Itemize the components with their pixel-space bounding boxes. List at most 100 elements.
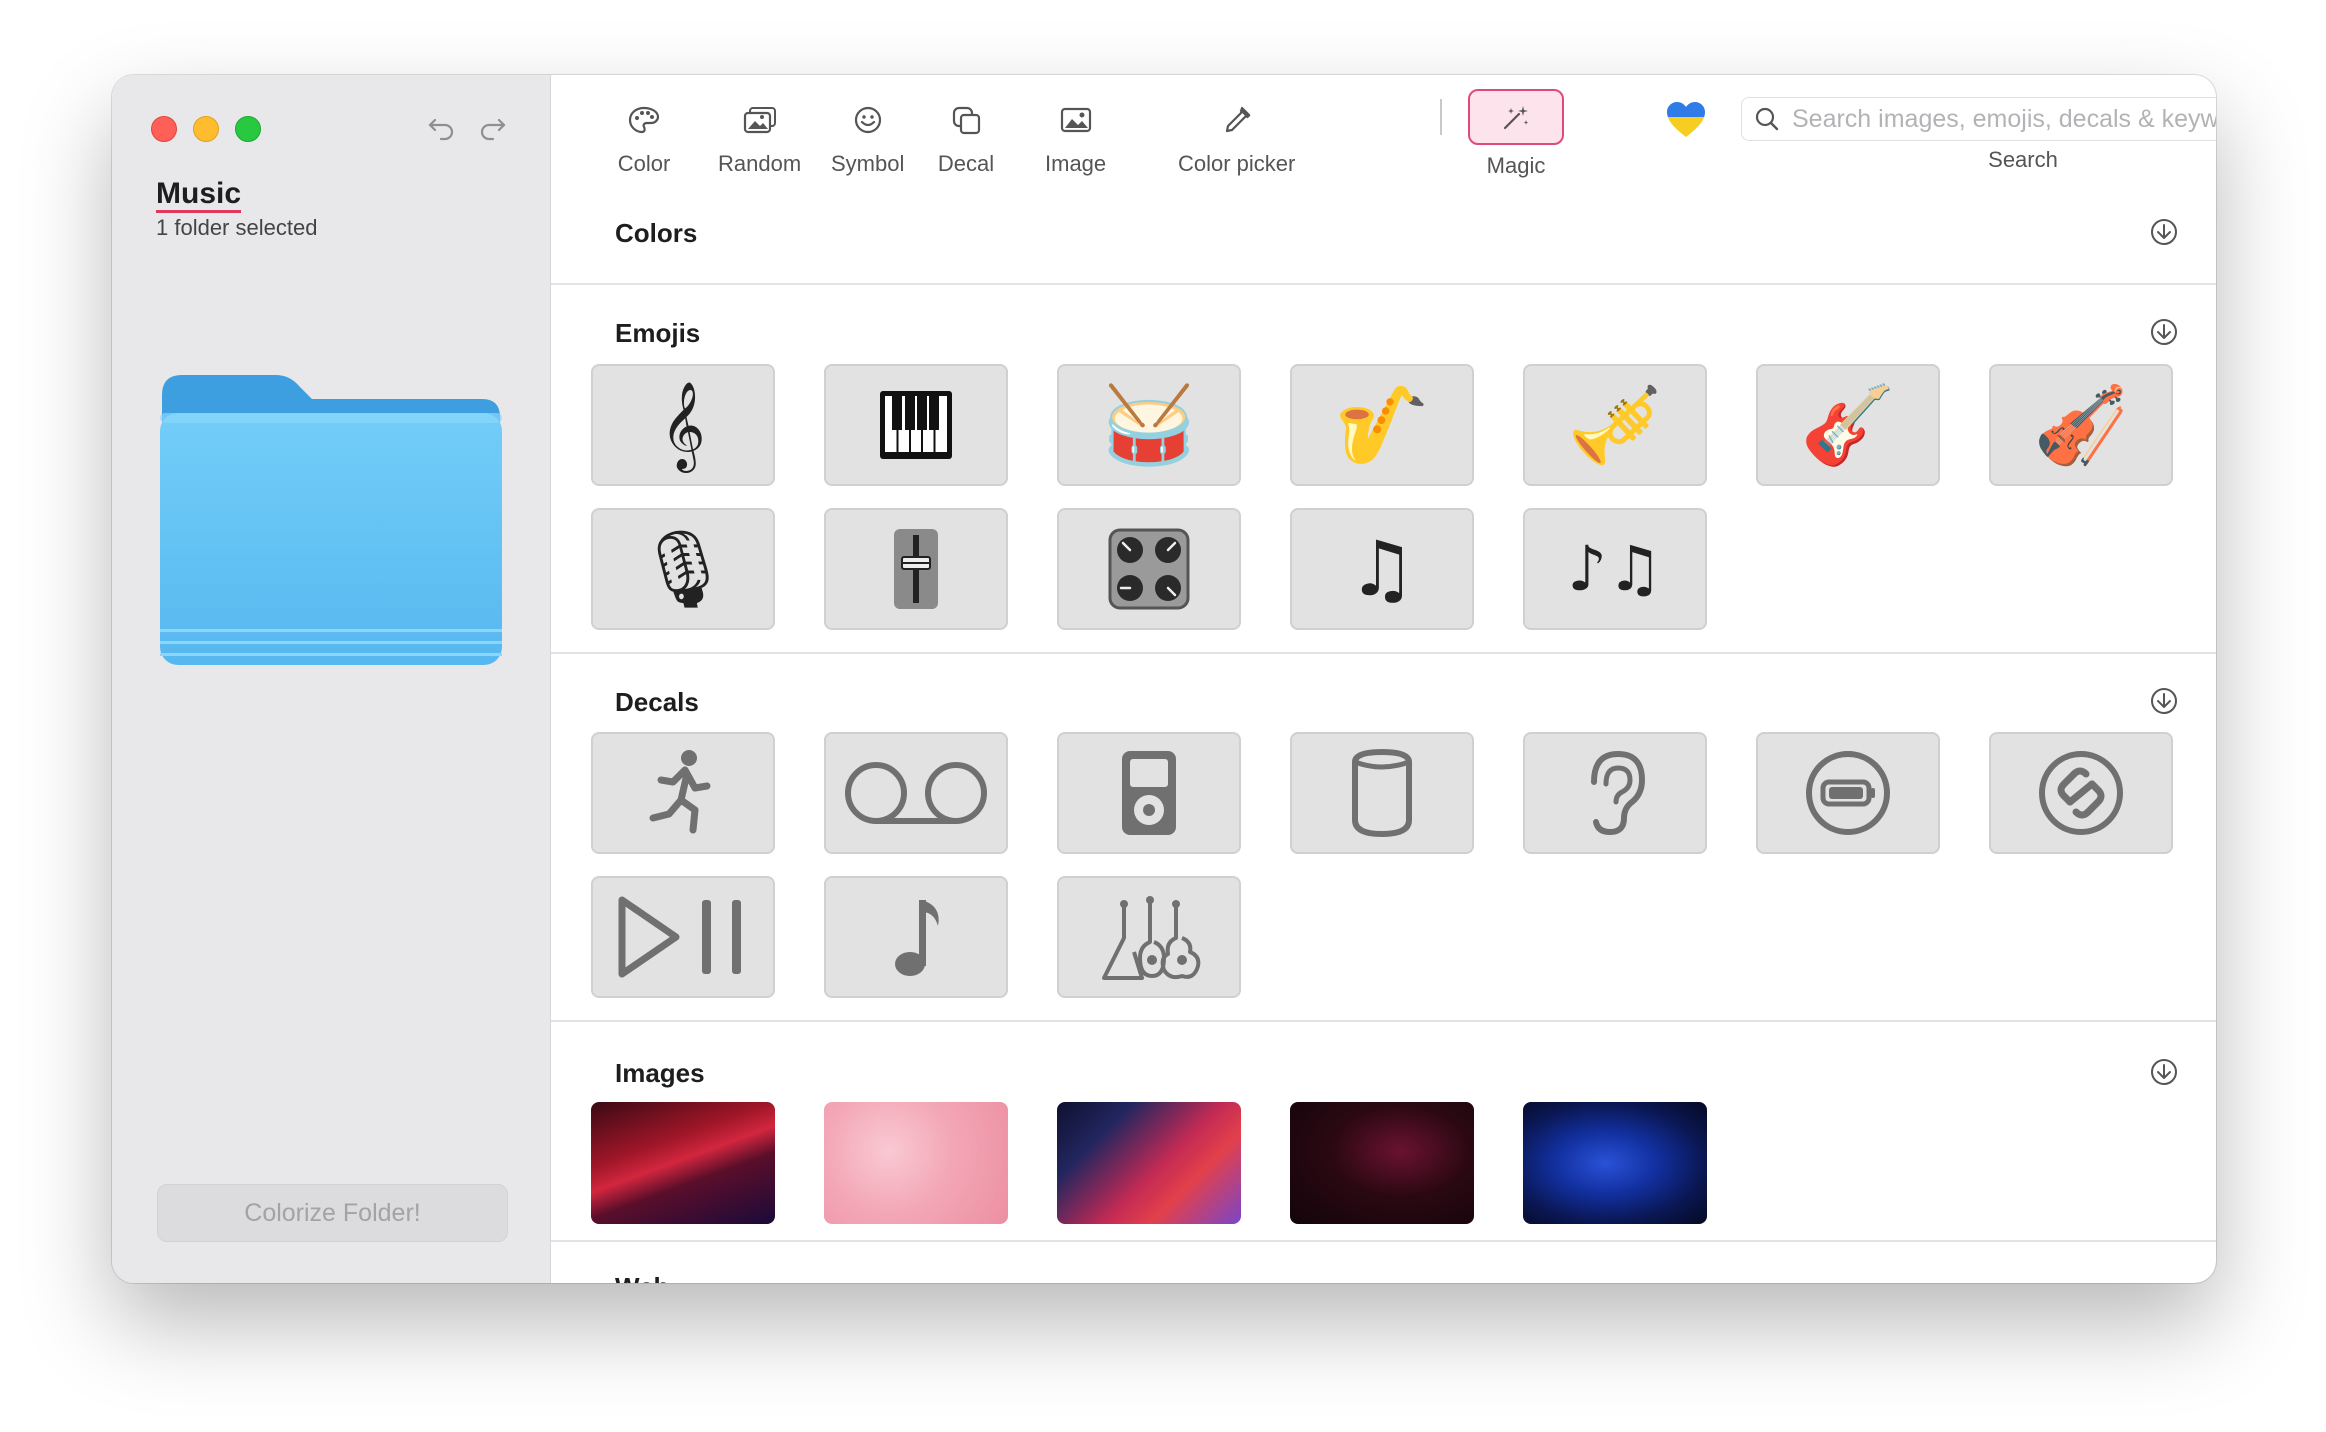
decal-tile-shazam[interactable] (1989, 732, 2173, 854)
image-tile-red-nebula[interactable] (591, 1102, 775, 1224)
sidebar: Music 1 folder selected Colorize Folder! (112, 75, 551, 1283)
section-title-decals: Decals (615, 687, 699, 717)
emoji-tile-saxophone[interactable]: 🎷 (1290, 364, 1474, 486)
image-tile-pink-clouds[interactable] (824, 1102, 1008, 1224)
random-images-icon (731, 97, 789, 143)
toolbar-color[interactable]: Color (615, 97, 673, 177)
redo-icon[interactable] (477, 111, 507, 141)
emoji-glyph: 🎙 (634, 524, 732, 613)
toolbar-label: Magic (1486, 153, 1546, 178)
selection-status: 1 folder selected (156, 215, 318, 240)
image-tile-dark-marble[interactable] (1290, 1102, 1474, 1224)
colorize-folder-button[interactable]: Colorize Folder! (157, 1184, 508, 1242)
toolbar-magic[interactable]: Magic (1468, 89, 1564, 179)
emoji-tile-musical-notes[interactable]: ♪♫ (1523, 508, 1707, 630)
section-title-colors: Colors (615, 218, 698, 248)
guitars-icon (1102, 896, 1201, 980)
figure-run-icon (649, 750, 711, 834)
emoji-tile-level-slider[interactable] (824, 508, 1008, 630)
decal-tile-ear[interactable] (1523, 732, 1707, 854)
toolbar-decal[interactable]: Decal (937, 97, 995, 177)
emoji-tile-treble-clef[interactable]: 𝄞 (591, 364, 775, 486)
emoji-tile-microphone[interactable]: 🎙 (591, 508, 775, 630)
smiley-icon (839, 97, 897, 143)
emoji-tile-trumpet[interactable]: 🎺 (1523, 364, 1707, 486)
emoji-tile-musical-note[interactable]: ♫ (1290, 508, 1474, 630)
download-icon[interactable] (2150, 218, 2178, 246)
palette-icon (615, 97, 673, 143)
emoji-tile-control-knobs[interactable] (1057, 508, 1241, 630)
emoji-tile-guitar[interactable]: 🎸 (1756, 364, 1940, 486)
history-controls (427, 111, 507, 141)
control-knobs-icon (1108, 528, 1190, 610)
toolbar-color-picker[interactable]: Color picker (1178, 97, 1295, 177)
folder-name: Music (156, 177, 242, 213)
toolbar-label: Random (718, 151, 802, 176)
decal-tile-running[interactable] (591, 732, 775, 854)
search-input[interactable] (1790, 103, 2216, 135)
voicemail-icon (845, 762, 987, 824)
divider (551, 1020, 2216, 1022)
section-title-images: Images (615, 1058, 705, 1088)
magic-wand-icon (1468, 89, 1564, 145)
toolbar-label: Image (1045, 151, 1107, 176)
main-content: Color Random Symbol Decal Image Color pi… (551, 75, 2216, 1283)
toolbar-separator (1440, 99, 1442, 135)
toolbar-image[interactable]: Image (1045, 97, 1106, 177)
search-icon (1754, 106, 1780, 132)
decal-tile-guitars[interactable] (1057, 876, 1241, 998)
ipod-icon (1122, 751, 1176, 835)
photo-icon (1047, 97, 1105, 143)
decal-tile-ipod[interactable] (1057, 732, 1241, 854)
emoji-glyph: 🎸 (1800, 380, 1896, 469)
image-tile-gradient[interactable] (1057, 1102, 1241, 1224)
image-tile-blue-marble[interactable] (1523, 1102, 1707, 1224)
emoji-glyph: 🎺 (1567, 380, 1663, 469)
battery-circle-icon (1806, 751, 1890, 835)
music-note-icon (895, 900, 939, 976)
zoom-button[interactable] (235, 116, 261, 142)
folder-preview-icon (156, 365, 506, 665)
download-icon[interactable] (2150, 687, 2178, 715)
undo-icon[interactable] (427, 111, 457, 141)
window-controls (151, 116, 261, 142)
emoji-tile-drum[interactable]: 🥁 (1057, 364, 1241, 486)
eyedropper-icon (1208, 97, 1266, 143)
emoji-tile-violin[interactable]: 🎻 (1989, 364, 2173, 486)
search-label: Search (1988, 147, 2058, 172)
close-button[interactable] (151, 116, 177, 142)
homepod-icon (1352, 748, 1412, 838)
app-window: Music 1 folder selected Colorize Folder! (112, 75, 2216, 1283)
minimize-button[interactable] (193, 116, 219, 142)
toolbar-random[interactable]: Random (718, 97, 801, 177)
divider (551, 652, 2216, 654)
toolbar-label: Color picker (1178, 151, 1296, 176)
ukraine-heart-icon[interactable] (1663, 97, 1709, 143)
toolbar-label: Decal (937, 151, 995, 176)
search-field[interactable] (1741, 97, 2216, 141)
decal-tile-homepod[interactable] (1290, 732, 1474, 854)
emoji-glyph: ♪♫ (1567, 532, 1663, 605)
toolbar-symbol[interactable]: Symbol (831, 97, 904, 177)
download-icon[interactable] (2150, 1058, 2178, 1086)
toolbar-label: Symbol (831, 151, 905, 176)
emoji-glyph: 🎷 (1334, 380, 1430, 469)
download-icon[interactable] (2150, 318, 2178, 346)
shazam-icon (2039, 751, 2123, 835)
emoji-glyph: 🥁 (1101, 380, 1197, 469)
emoji-tile-piano[interactable] (824, 364, 1008, 486)
divider (551, 1240, 2216, 1242)
section-title-next: Web (615, 1272, 669, 1283)
ear-icon (1591, 750, 1646, 836)
piano-keys-icon (880, 391, 952, 459)
divider (551, 283, 2216, 285)
decal-tile-play-pause[interactable] (591, 876, 775, 998)
decal-tile-voicemail[interactable] (824, 732, 1008, 854)
toolbar: Color Random Symbol Decal Image Color pi… (551, 75, 2216, 205)
decal-tile-battery[interactable] (1756, 732, 1940, 854)
section-title-emojis: Emojis (615, 318, 701, 348)
play-pause-icon (618, 896, 741, 978)
decal-tile-music-note[interactable] (824, 876, 1008, 998)
decal-icon (937, 97, 995, 143)
toolbar-label: Color (617, 151, 671, 176)
